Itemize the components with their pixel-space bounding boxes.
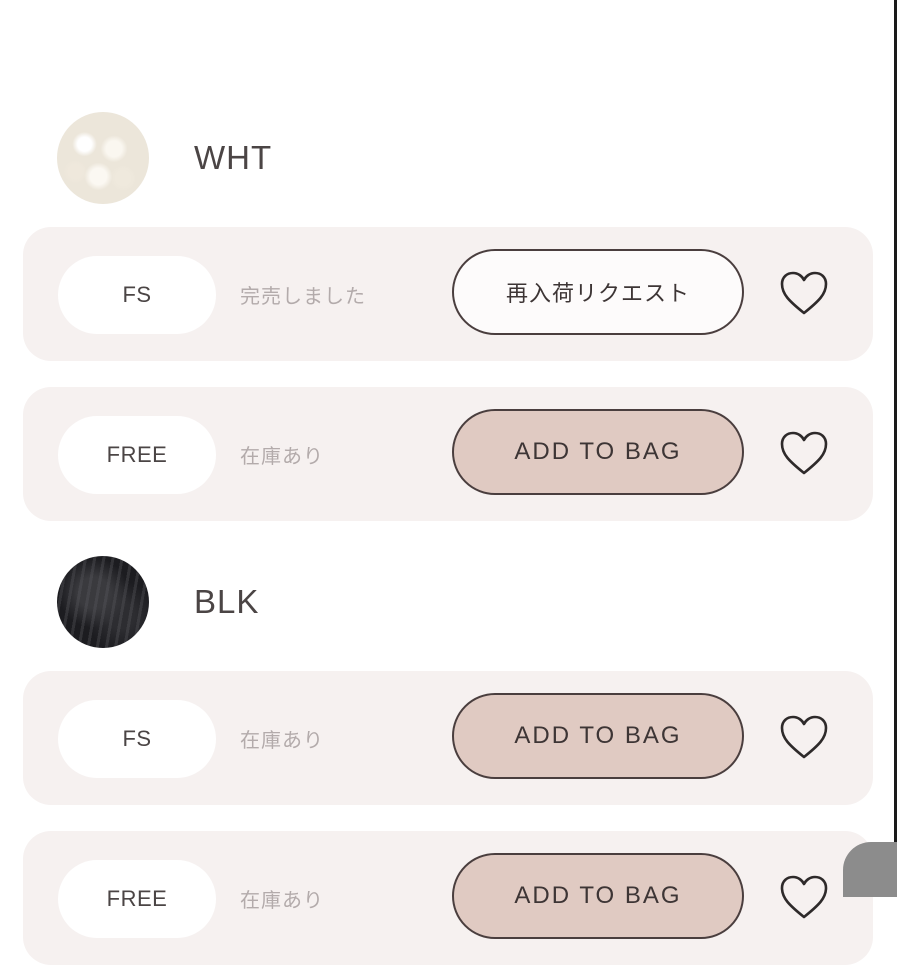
heart-icon[interactable] — [779, 714, 829, 760]
heart-icon[interactable] — [779, 430, 829, 476]
size-label: FREE — [58, 416, 216, 494]
stock-status: 在庫あり — [240, 727, 324, 752]
heart-icon[interactable] — [779, 874, 829, 920]
add-to-bag-button[interactable]: ADD TO BAG — [452, 409, 744, 495]
size-row-blk-fs: FS 在庫あり ADD TO BAG — [23, 671, 873, 805]
stock-status: 完売しました — [240, 283, 366, 308]
size-row-blk-free: FREE 在庫あり ADD TO BAG — [23, 831, 873, 965]
color-header-wht: WHT — [57, 112, 272, 204]
color-swatch-wht[interactable] — [57, 112, 149, 204]
floating-scroll-tab[interactable] — [843, 842, 897, 897]
size-label: FS — [58, 256, 216, 334]
size-row-wht-fs: FS 完売しました 再入荷リクエスト — [23, 227, 873, 361]
color-name: BLK — [194, 583, 260, 620]
add-to-bag-button[interactable]: ADD TO BAG — [452, 693, 744, 779]
size-label: FREE — [58, 860, 216, 938]
color-header-blk: BLK — [57, 556, 259, 648]
stock-status: 在庫あり — [240, 887, 324, 912]
add-to-bag-button[interactable]: ADD TO BAG — [452, 853, 744, 939]
restock-request-button[interactable]: 再入荷リクエスト — [452, 249, 744, 335]
color-swatch-blk[interactable] — [57, 556, 149, 648]
heart-icon[interactable] — [779, 270, 829, 316]
size-label: FS — [58, 700, 216, 778]
size-row-wht-free: FREE 在庫あり ADD TO BAG — [23, 387, 873, 521]
color-name: WHT — [194, 139, 273, 176]
stock-status: 在庫あり — [240, 443, 324, 468]
